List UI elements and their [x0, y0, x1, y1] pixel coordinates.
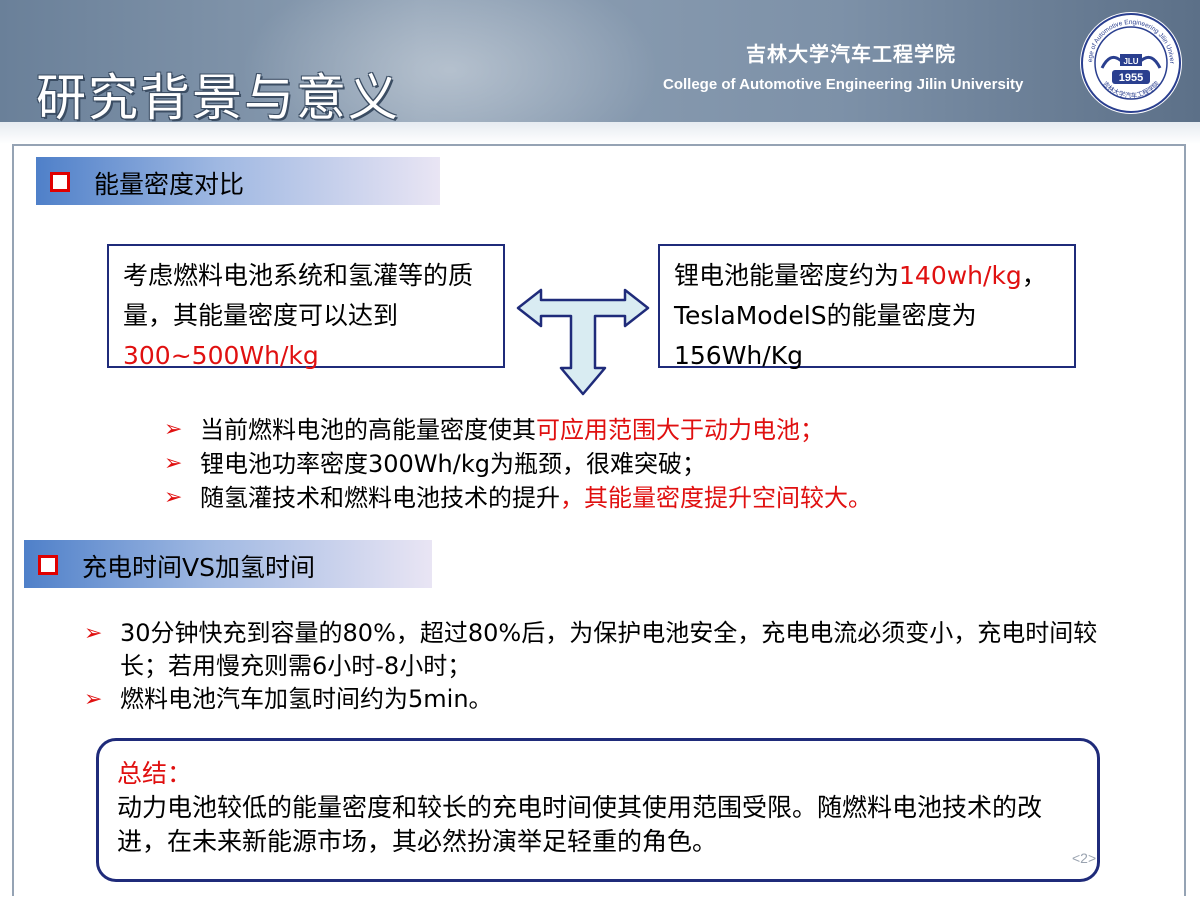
summary-box: 总结： 动力电池较低的能量密度和较长的充电时间使其使用范围受限。随燃料电池技术的… — [96, 738, 1100, 882]
three-way-arrow-icon — [516, 288, 650, 396]
list-item: ➢ 随氢灌技术和燃料电池技术的提升，其能量密度提升空间较大。 — [164, 481, 872, 515]
lithium-density-box: 锂电池能量密度约为140wh/kg，TeslaModelS的能量密度为156Wh… — [658, 244, 1076, 370]
list-item: ➢ 燃料电池汽车加氢时间约为5min。 — [84, 683, 1124, 716]
charging-bullet-list: ➢ 30分钟快充到容量的80%，超过80%后，为保护电池安全，充电电流必须变小，… — [84, 617, 1124, 716]
arrow-bullet-icon: ➢ — [164, 485, 183, 510]
list-item: ➢ 当前燃料电池的高能量密度使其可应用范围大于动力电池； — [164, 413, 872, 447]
checkbox-icon — [38, 555, 58, 575]
header-divider — [0, 122, 1200, 144]
svg-text:JLU: JLU — [1123, 57, 1138, 66]
page-title: 研究背景与意义 — [36, 69, 400, 122]
section-title: 能量密度对比 — [94, 170, 245, 199]
energy-bullet-list: ➢ 当前燃料电池的高能量密度使其可应用范围大于动力电池； ➢ 锂电池功率密度30… — [164, 413, 872, 515]
summary-text: 动力电池较低的能量密度和较长的充电时间使其使用范围受限。随燃料电池技术的改进，在… — [117, 793, 1043, 856]
section-banner-charging-time: 充电时间VS加氢时间 — [24, 540, 432, 588]
summary-label: 总结： — [117, 759, 193, 788]
checkbox-icon — [50, 172, 70, 192]
box-text: 考虑燃料电池系统和氢灌等的质量，其能量密度可以达到 — [123, 261, 474, 330]
fuel-cell-density-box: 考虑燃料电池系统和氢灌等的质量，其能量密度可以达到 300~500Wh/kg — [107, 244, 505, 370]
arrow-bullet-icon: ➢ — [84, 687, 103, 712]
slide-header: 研究背景与意义 吉林大学汽车工程学院 College of Automotive… — [0, 0, 1200, 122]
page-number: <2> — [1072, 850, 1097, 866]
arrow-bullet-icon: ➢ — [164, 417, 183, 442]
section-banner-energy-density: 能量密度对比 — [36, 157, 440, 205]
list-item: ➢ 锂电池功率密度300Wh/kg为瓶颈，很难突破； — [164, 447, 872, 481]
college-name-en: College of Automotive Engineering Jilin … — [663, 76, 1024, 93]
list-item: ➢ 30分钟快充到容量的80%，超过80%后，为保护电池安全，充电电流必须变小，… — [84, 619, 1098, 680]
highlight-value: 140wh/kg — [899, 261, 1022, 290]
logo-seal-icon: JLU 1955 College of Automotive Engineeri… — [1078, 7, 1181, 113]
highlight-value: 300~500Wh/kg — [123, 341, 319, 370]
box-text: 锂电池能量密度约为 — [674, 261, 900, 290]
university-logo: JLU 1955 College of Automotive Engineeri… — [1078, 7, 1182, 114]
arrow-bullet-icon: ➢ — [164, 451, 183, 476]
section-title: 充电时间VS加氢时间 — [82, 553, 315, 582]
college-name-cn: 吉林大学汽车工程学院 — [746, 42, 956, 66]
svg-text:1955: 1955 — [1119, 72, 1143, 84]
arrow-bullet-icon: ➢ — [84, 621, 103, 646]
